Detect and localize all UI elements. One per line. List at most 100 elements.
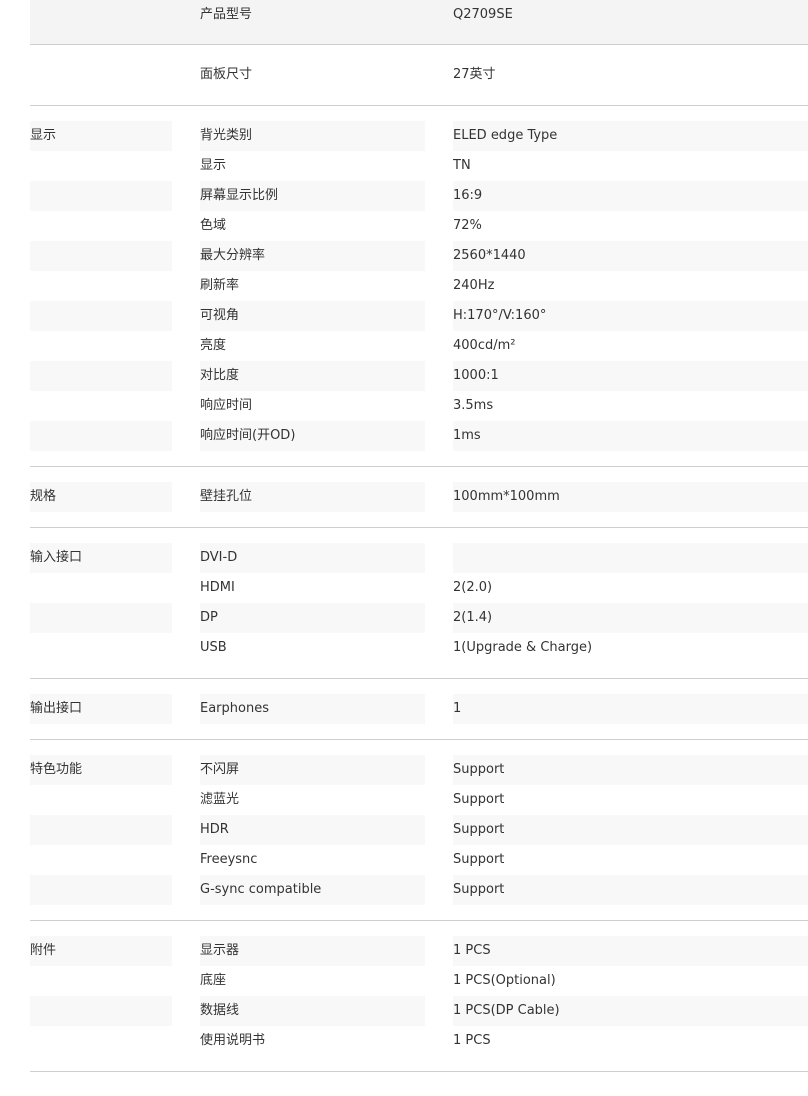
- spec-category: 规格: [30, 482, 172, 512]
- spec-value: 2(2.0): [453, 580, 493, 595]
- spec-category: [30, 966, 172, 996]
- spec-value: H:170°/V:160°: [453, 301, 808, 331]
- spec-value: Support: [453, 815, 808, 845]
- spec-value: Support: [453, 792, 505, 807]
- spec-label: 屏幕显示比例: [200, 181, 425, 211]
- table-row: 显示 背光类别 ELED edge Type: [30, 121, 808, 151]
- spec-label: 对比度: [200, 361, 425, 391]
- spec-label: 不闪屏: [200, 755, 425, 785]
- spec-label: DP: [200, 603, 425, 633]
- spec-table: 产品型号 Q2709SE 面板尺寸 27英寸 显示 背光类别 ELED edge T…: [30, 0, 808, 1072]
- spec-label: 色域: [200, 218, 227, 233]
- spec-value: 1 PCS: [453, 1033, 491, 1048]
- spec-category: [30, 875, 172, 905]
- spec-category: [30, 603, 172, 633]
- spec-category: [30, 845, 172, 875]
- table-row: 滤蓝光 Support: [30, 785, 808, 815]
- spec-label: Freeysnc: [200, 852, 258, 867]
- table-row: 刷新率 240Hz: [30, 271, 808, 301]
- spec-value: 3.5ms: [453, 398, 494, 413]
- spec-section: 特色功能 不闪屏 Support 滤蓝光 Support HDR Support Freeys…: [30, 740, 808, 921]
- spec-label: 亮度: [200, 338, 227, 353]
- table-row: 数据线 1 PCS(DP Cable): [30, 996, 808, 1026]
- spec-category: 特色功能: [30, 755, 172, 785]
- spec-category: [30, 211, 172, 241]
- spec-category: [30, 996, 172, 1026]
- table-row: 使用说明书 1 PCS: [30, 1026, 808, 1056]
- spec-category: [30, 785, 172, 815]
- spec-category: [30, 633, 172, 663]
- spec-category: 输出接口: [30, 694, 172, 724]
- spec-category: [30, 301, 172, 331]
- spec-label: Earphones: [200, 694, 425, 724]
- spec-value: 400cd/m²: [453, 338, 516, 353]
- table-row: 底座 1 PCS(Optional): [30, 966, 808, 996]
- table-row: 输入接口 DVI-D: [30, 543, 808, 573]
- spec-value: Support: [453, 875, 808, 905]
- spec-value: 240Hz: [453, 278, 495, 293]
- table-row: 响应时间 3.5ms: [30, 391, 808, 421]
- spec-label: 响应时间: [200, 398, 253, 413]
- spec-row-model: 产品型号 Q2709SE: [30, 0, 808, 45]
- spec-label: 响应时间(开OD): [200, 421, 425, 451]
- table-row: 输出接口 Earphones 1: [30, 694, 808, 724]
- spec-value: ELED edge Type: [453, 121, 808, 151]
- spec-value: Support: [453, 755, 808, 785]
- table-row: 色域 72%: [30, 211, 808, 241]
- table-row: Freeysnc Support: [30, 845, 808, 875]
- spec-label: 背光类别: [200, 121, 425, 151]
- table-row: 附件 显示器 1 PCS: [30, 936, 808, 966]
- spec-label: 使用说明书: [200, 1033, 266, 1048]
- spec-category: [30, 181, 172, 211]
- table-row: 响应时间(开OD) 1ms: [30, 421, 808, 451]
- table-row: HDMI 2(2.0): [30, 573, 808, 603]
- spec-label: HDMI: [200, 580, 235, 595]
- spec-value: Q2709SE: [453, 7, 513, 22]
- spec-value: [453, 543, 808, 573]
- spec-value: 1000:1: [453, 361, 808, 391]
- spec-category: 显示: [30, 121, 172, 151]
- spec-label: 显示: [200, 158, 227, 173]
- spec-value: 2560*1440: [453, 241, 808, 271]
- spec-category: [30, 815, 172, 845]
- spec-value: 27英寸: [453, 67, 496, 82]
- spec-label: 底座: [200, 973, 227, 988]
- spec-label: 最大分辨率: [200, 241, 425, 271]
- spec-label: 产品型号: [200, 7, 253, 22]
- table-row: DP 2(1.4): [30, 603, 808, 633]
- spec-value: 1 PCS(DP Cable): [453, 996, 808, 1026]
- spec-label: 面板尺寸: [200, 67, 253, 82]
- table-row: 规格 壁挂孔位 100mm*100mm: [30, 482, 808, 512]
- spec-category: [30, 151, 172, 181]
- spec-value: 72%: [453, 218, 482, 233]
- spec-section: 附件 显示器 1 PCS 底座 1 PCS(Optional) 数据线 1 PCS(DP C…: [30, 921, 808, 1072]
- spec-value: 2(1.4): [453, 603, 808, 633]
- table-row: 最大分辨率 2560*1440: [30, 241, 808, 271]
- spec-label: 显示器: [200, 936, 425, 966]
- spec-label: 壁挂孔位: [200, 482, 425, 512]
- table-row: 屏幕显示比例 16:9: [30, 181, 808, 211]
- spec-label: 可视角: [200, 301, 425, 331]
- spec-label: HDR: [200, 815, 425, 845]
- spec-category: 附件: [30, 936, 172, 966]
- spec-category: [30, 1026, 172, 1056]
- spec-category: 输入接口: [30, 543, 172, 573]
- spec-label: DVI-D: [200, 543, 425, 573]
- spec-row-panel-size: 面板尺寸 27英寸: [30, 45, 808, 106]
- spec-label: 滤蓝光: [200, 792, 240, 807]
- spec-category: [30, 573, 172, 603]
- spec-value: Support: [453, 852, 505, 867]
- spec-category: [30, 241, 172, 271]
- spec-section: 规格 壁挂孔位 100mm*100mm: [30, 467, 808, 528]
- table-row: USB 1(Upgrade & Charge): [30, 633, 808, 663]
- table-row: 显示 TN: [30, 151, 808, 181]
- spec-value: TN: [453, 158, 471, 173]
- spec-value: 1ms: [453, 421, 808, 451]
- spec-label: G-sync compatible: [200, 875, 425, 905]
- table-row: 对比度 1000:1: [30, 361, 808, 391]
- table-row: 亮度 400cd/m²: [30, 331, 808, 361]
- spec-category: [30, 271, 172, 301]
- table-row: G-sync compatible Support: [30, 875, 808, 905]
- spec-category: [30, 421, 172, 451]
- spec-sections: 显示 背光类别 ELED edge Type 显示 TN 屏幕显示比例 16:9 色域 72% 最…: [30, 106, 808, 1072]
